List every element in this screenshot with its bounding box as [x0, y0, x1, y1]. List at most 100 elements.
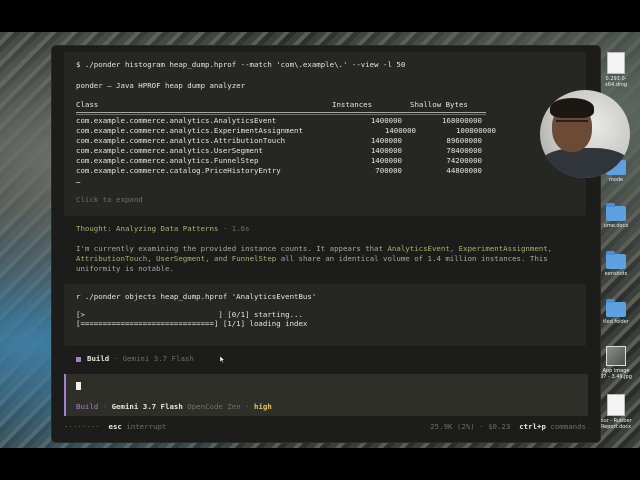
table-row: com.example.commerce.analytics.FunnelSte… — [76, 156, 506, 166]
image-file-icon — [606, 346, 626, 366]
paragraph-text: , — [547, 244, 553, 253]
table-header: Class Instances Shallow Bytes — [76, 100, 486, 110]
class-name: com.example.commerce.analytics.Attributi… — [76, 136, 286, 145]
highlight-class-name: ExperimentAssignment — [458, 244, 548, 253]
separator: · — [474, 422, 489, 431]
objects-output-block[interactable]: r ./ponder objects heap_dump.hprof 'Anal… — [64, 284, 586, 346]
bytes-value: 78400000 — [446, 146, 482, 155]
commands-label: commands — [550, 422, 586, 431]
paragraph-text: , — [449, 244, 459, 253]
bottom-letterbox — [0, 448, 640, 480]
esc-key[interactable]: esc — [109, 422, 122, 431]
paragraph-text: , and — [205, 254, 232, 263]
mouse-pointer-icon — [220, 356, 225, 363]
desktop-icon-resume[interactable]: ume.docx — [596, 203, 636, 229]
commands-key[interactable]: ctrl+p — [519, 422, 546, 431]
separator: · — [218, 224, 232, 233]
click-to-expand-link[interactable]: Click to expand — [76, 195, 143, 204]
token-usage: 25.9K (2%) — [430, 422, 475, 431]
separator: · — [240, 402, 255, 411]
mode-label: Build — [76, 402, 99, 411]
folder-icon — [606, 299, 626, 317]
agent-mode-line[interactable]: Build · Gemini 3.7 Flash OpenCode Zen · … — [76, 402, 272, 411]
folder-icon — [606, 251, 626, 269]
variant-label: high — [254, 402, 272, 411]
desktop-icon-label: our - Rubber Report.docx — [600, 418, 632, 430]
desktop-icon-label: App image 07 - 3.49.jpg — [600, 368, 632, 380]
desktop-icon-label: eenshots — [604, 271, 628, 277]
highlight-class-name: AnalyticsEvent — [387, 244, 450, 253]
tool-title: ponder — Java HPROF heap dump analyzer — [76, 81, 246, 90]
highlight-class-name: FunnelStep — [231, 254, 277, 263]
webcam-person-glasses — [556, 120, 588, 126]
webcam-person-shirt — [540, 148, 630, 178]
table-row: com.example.commerce.catalog.PriceHistor… — [76, 166, 506, 176]
thought-paragraph: I'm currently examining the provided ins… — [76, 244, 576, 274]
table-divider — [76, 114, 486, 115]
build-square-icon — [76, 356, 81, 362]
esc-label: interrupt — [126, 422, 167, 431]
column-header-class: Class — [76, 100, 99, 109]
histogram-command: $ ./ponder histogram heap_dump.hprof --m… — [76, 60, 406, 69]
instances-value: 1400000 — [370, 116, 402, 125]
status-right: 25.9K (2%) · $0.23 ctrl+p commands — [430, 422, 586, 431]
bytes-value: 89600000 — [446, 136, 482, 145]
truncation-ellipsis: … — [76, 176, 81, 185]
document-icon — [607, 394, 625, 416]
instances-value: 700000 — [375, 166, 402, 175]
instances-value: 1400000 — [370, 136, 402, 145]
table-row: com.example.commerce.analytics.Experimen… — [76, 126, 506, 136]
build-label: Build — [87, 354, 110, 363]
desktop-icon-image[interactable]: App image 07 - 3.49.jpg — [596, 346, 636, 380]
histogram-output-block[interactable]: $ ./ponder histogram heap_dump.hprof --m… — [64, 52, 586, 216]
table-row: com.example.commerce.analytics.UserSegme… — [76, 146, 506, 156]
model-name: Gemini 3.7 Flash — [122, 354, 194, 363]
separator: · — [109, 354, 123, 363]
desktop-icon-label: tled folder — [603, 319, 629, 325]
text-cursor — [76, 382, 81, 390]
webcam-person-hair — [550, 98, 594, 118]
table-row: com.example.commerce.analytics.Attributi… — [76, 136, 506, 146]
desktop-icon-screenshots[interactable]: eenshots — [596, 251, 636, 277]
class-name: com.example.commerce.analytics.UserSegme… — [76, 146, 263, 155]
terminal-window[interactable]: $ ./ponder histogram heap_dump.hprof --m… — [52, 46, 600, 442]
column-header-instances: Instances — [332, 100, 373, 109]
dmg-file-icon — [607, 52, 625, 74]
class-name: com.example.commerce.analytics.Experimen… — [76, 126, 303, 135]
model-name: Gemini 3.7 Flash — [111, 402, 183, 411]
objects-command: r ./ponder objects heap_dump.hprof 'Anal… — [76, 292, 317, 301]
progress-loading-index: [==============================] [1/1] l… — [76, 319, 308, 328]
paragraph-text: , — [147, 254, 157, 263]
folder-icon — [606, 203, 626, 221]
instances-value: 1400000 — [384, 126, 416, 135]
instances-value: 1400000 — [370, 156, 402, 165]
desktop-icon-report[interactable]: our - Rubber Report.docx — [596, 394, 636, 430]
separator: · — [98, 402, 112, 411]
thought-label: Thought: Analyzing Data Patterns — [76, 224, 219, 233]
instances-value: 1400000 — [370, 146, 402, 155]
provider-name: OpenCode Zen — [187, 402, 241, 411]
histogram-table: com.example.commerce.analytics.Analytics… — [76, 116, 506, 176]
desktop-icon-dmg[interactable]: 0.293.0- x64.dmg — [596, 52, 636, 88]
bytes-value: 168000000 — [441, 116, 482, 125]
desktop-icon-untitled-folder[interactable]: tled folder — [596, 299, 636, 325]
activity-dots: ········ — [64, 422, 100, 431]
bytes-value: 74200000 — [446, 156, 482, 165]
table-row: com.example.commerce.analytics.Analytics… — [76, 116, 506, 126]
table-divider — [76, 112, 486, 113]
paragraph-text: I'm currently examining the provided ins… — [76, 244, 388, 253]
progress-starting: [> ] [0/1] starting... — [76, 310, 303, 319]
class-name: com.example.commerce.analytics.Analytics… — [76, 116, 277, 125]
status-bar: ········ esc interrupt 25.9K (2%) · $0.2… — [64, 422, 586, 432]
highlight-class-name: AttributionTouch — [76, 254, 148, 263]
status-left: ········ esc interrupt — [64, 422, 166, 431]
top-letterbox — [0, 0, 640, 32]
class-name: com.example.commerce.catalog.PriceHistor… — [76, 166, 281, 175]
build-status-line: Build · Gemini 3.7 Flash — [76, 354, 194, 363]
highlight-class-name: UserSegment — [156, 254, 206, 263]
thought-duration: 1.6s — [231, 224, 250, 233]
thought-header[interactable]: Thought: Analyzing Data Patterns · 1.6s — [76, 224, 250, 233]
prompt-input[interactable]: Build · Gemini 3.7 Flash OpenCode Zen · … — [64, 374, 588, 416]
column-header-shallow-bytes: Shallow Bytes — [410, 100, 468, 109]
bytes-value: 100800000 — [455, 126, 496, 135]
